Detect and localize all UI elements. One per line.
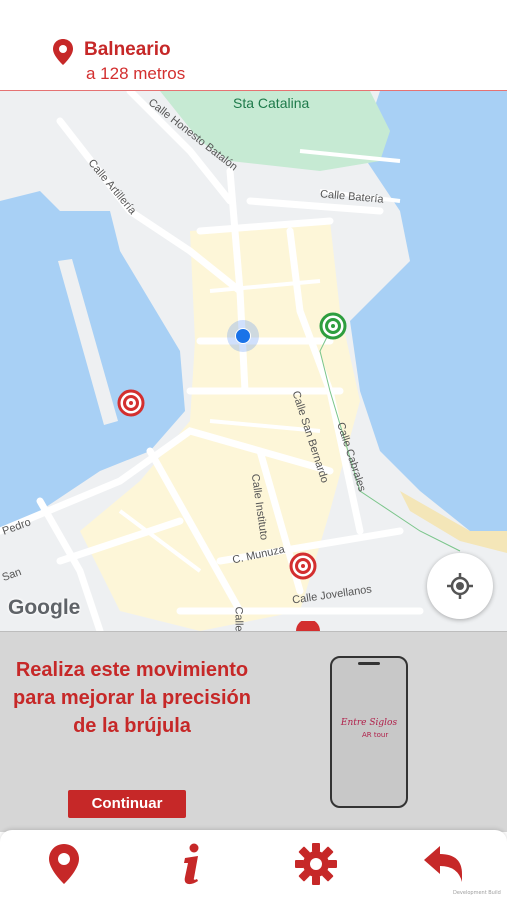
crosshair-icon bbox=[447, 573, 473, 599]
place-distance: a 128 metros bbox=[86, 64, 186, 83]
development-build-label: Development Build bbox=[453, 890, 501, 896]
my-location-button[interactable] bbox=[427, 553, 493, 619]
google-logo: Google bbox=[8, 596, 81, 619]
info-icon[interactable] bbox=[170, 842, 214, 886]
calibration-message: Realiza este movimiento para mejorar la … bbox=[13, 659, 251, 737]
compass-calibration-panel: Realiza este movimiento para mejorar la … bbox=[0, 631, 507, 832]
active-point-marker[interactable] bbox=[319, 312, 347, 340]
phone-notch bbox=[358, 662, 380, 665]
street-label-calle: Calle bbox=[232, 606, 245, 631]
point-of-interest-marker[interactable] bbox=[117, 389, 145, 417]
map-pin-icon[interactable] bbox=[42, 842, 86, 886]
gear-icon[interactable] bbox=[294, 842, 338, 886]
header: Balneario a 128 metros bbox=[0, 0, 507, 90]
continue-button[interactable]: Continuar bbox=[68, 790, 186, 818]
point-of-interest-marker[interactable] bbox=[294, 621, 322, 631]
place-name: Balneario bbox=[84, 39, 171, 60]
user-location-dot bbox=[227, 320, 259, 352]
phone-illustration: Entre Siglos AR tour bbox=[330, 656, 408, 808]
phone-brand-sub: AR tour bbox=[362, 731, 389, 739]
bottom-nav: Development Build bbox=[0, 830, 507, 900]
map-view[interactable]: Sta Catalina Calle Honesto Batalón Calle… bbox=[0, 91, 507, 631]
park-label: Sta Catalina bbox=[233, 95, 310, 111]
location-pin-icon bbox=[53, 39, 73, 65]
back-arrow-icon[interactable] bbox=[422, 842, 466, 886]
point-of-interest-marker[interactable] bbox=[289, 552, 317, 580]
phone-brand-logo: Entre Siglos bbox=[340, 718, 398, 728]
